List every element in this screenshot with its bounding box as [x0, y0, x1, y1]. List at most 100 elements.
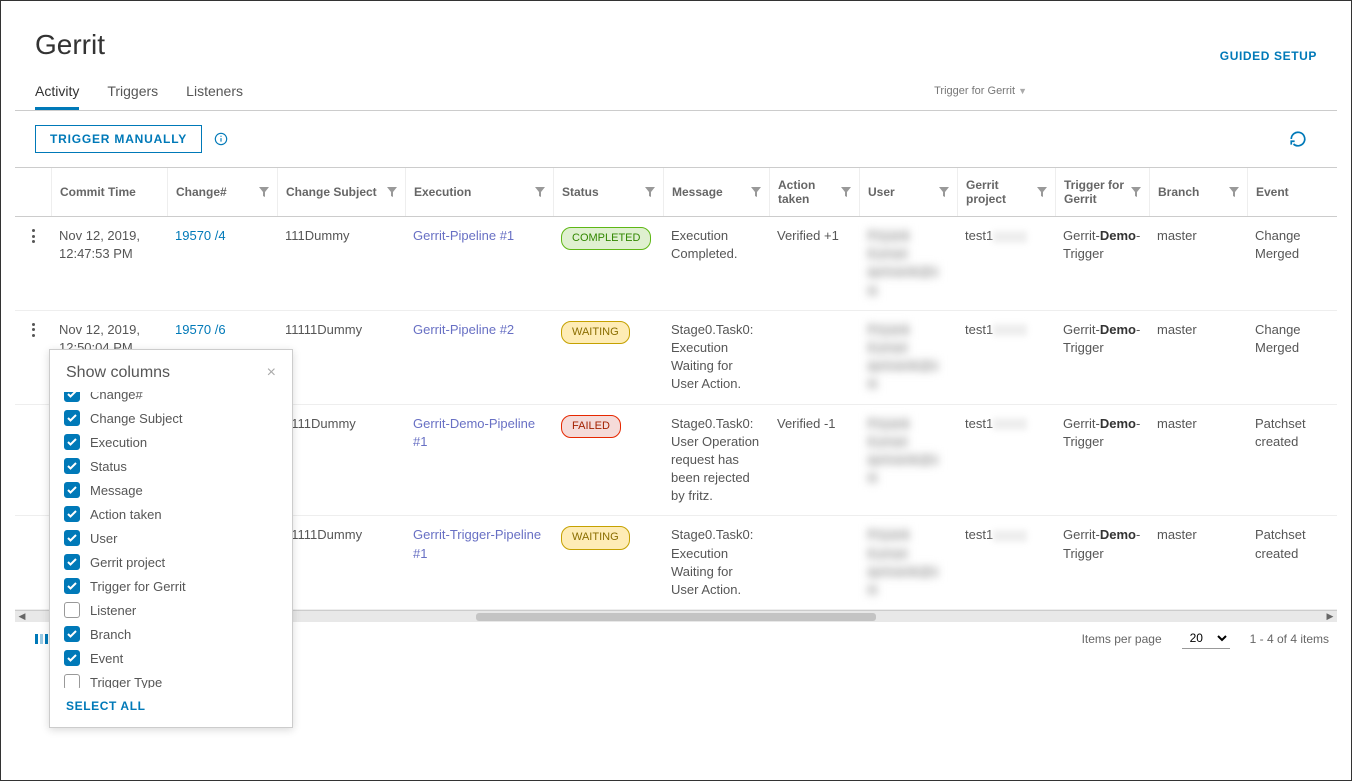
column-visibility-option[interactable]: Change Subject — [64, 406, 278, 430]
cell-subject: 1111Dummy — [277, 405, 405, 516]
option-label: Execution — [90, 435, 147, 450]
checkbox-icon[interactable] — [64, 392, 80, 402]
filter-icon[interactable] — [645, 187, 655, 197]
col-header-actions — [15, 168, 51, 216]
page-range: 1 - 4 of 4 items — [1250, 632, 1329, 646]
popover-body[interactable]: Change# Change Subject Execution Status Mess… — [50, 392, 292, 688]
option-label: Branch — [90, 627, 131, 642]
column-visibility-option[interactable]: Change# — [64, 392, 278, 406]
cell-trigger: Gerrit-Demo-Trigger — [1055, 405, 1149, 516]
table-row: Nov 12, 2019, 12:47:53 PM 19570 /4 111Du… — [15, 217, 1337, 311]
row-actions-icon[interactable] — [32, 229, 35, 243]
col-header-commit-time[interactable]: Commit Time — [51, 168, 167, 216]
col-header-message[interactable]: Message — [663, 168, 769, 216]
option-label: Action taken — [90, 507, 162, 522]
execution-link[interactable]: Gerrit-Demo-Pipeline #1 — [413, 416, 535, 449]
cell-project: test1 — [957, 311, 1055, 404]
checkbox-icon[interactable] — [64, 434, 80, 450]
popover-title: Show columns — [66, 364, 170, 382]
filter-icon[interactable] — [751, 187, 761, 197]
cell-event: Patchset created — [1247, 516, 1325, 609]
cell-message: Stage0.Task0: Execution Waiting for User… — [663, 516, 769, 609]
cell-event: Change Merged — [1247, 217, 1325, 310]
cell-trigger: Gerrit-Demo-Trigger — [1055, 217, 1149, 310]
column-visibility-option[interactable]: Execution — [64, 430, 278, 454]
filter-icon[interactable] — [535, 187, 545, 197]
cell-user-redacted: Priyank Kumari aprivanik@vm — [867, 416, 939, 486]
checkbox-icon[interactable] — [64, 674, 80, 688]
execution-link[interactable]: Gerrit-Trigger-Pipeline #1 — [413, 527, 541, 560]
column-visibility-option[interactable]: Trigger Type — [64, 670, 278, 688]
checkbox-icon[interactable] — [64, 530, 80, 546]
column-visibility-option[interactable]: Branch — [64, 622, 278, 646]
filter-icon[interactable] — [387, 187, 397, 197]
cell-trigger: Gerrit-Demo-Trigger — [1055, 516, 1149, 609]
column-visibility-option[interactable]: Status — [64, 454, 278, 478]
col-header-user[interactable]: User — [859, 168, 957, 216]
filter-icon[interactable] — [1131, 187, 1141, 197]
cell-commit-time: Nov 12, 2019, 12:47:53 PM — [51, 217, 167, 310]
checkbox-icon[interactable] — [64, 458, 80, 474]
refresh-icon[interactable] — [1289, 130, 1307, 148]
col-header-execution[interactable]: Execution — [405, 168, 553, 216]
change-link[interactable]: 19570 /4 — [175, 228, 226, 243]
column-visibility-option[interactable]: User — [64, 526, 278, 550]
filter-icon[interactable] — [1037, 187, 1047, 197]
cell-user-redacted: Priyank Kumari aprivanik@vm — [867, 322, 939, 392]
column-visibility-option[interactable]: Action taken — [64, 502, 278, 526]
info-icon[interactable] — [214, 132, 228, 146]
cell-subject: 11111Dummy — [277, 311, 405, 404]
col-header-gerrit-project[interactable]: Gerrit project — [957, 168, 1055, 216]
col-header-event[interactable]: Event — [1247, 168, 1325, 216]
cell-event: Change Merged — [1247, 311, 1325, 404]
change-link[interactable]: 19570 /6 — [175, 322, 226, 337]
filter-icon[interactable] — [939, 187, 949, 197]
scroll-thumb[interactable] — [476, 613, 876, 621]
scroll-left-arrow[interactable]: ◀ — [15, 611, 29, 623]
col-header-status[interactable]: Status — [553, 168, 663, 216]
option-label: Event — [90, 651, 123, 666]
items-per-page-select[interactable]: 20 — [1182, 628, 1230, 649]
col-header-action-taken[interactable]: Action taken — [769, 168, 859, 216]
column-visibility-option[interactable]: Trigger for Gerrit — [64, 574, 278, 598]
column-toggle-icon[interactable] — [35, 632, 49, 646]
tab-triggers[interactable]: Triggers — [107, 83, 158, 110]
execution-link[interactable]: Gerrit-Pipeline #2 — [413, 322, 514, 337]
guided-setup-link[interactable]: GUIDED SETUP — [1220, 49, 1317, 63]
cell-branch: master — [1149, 217, 1247, 310]
filter-icon[interactable] — [1229, 187, 1239, 197]
cell-branch: master — [1149, 516, 1247, 609]
cell-message: Execution Completed. — [663, 217, 769, 310]
cell-project: test1 — [957, 217, 1055, 310]
col-header-change[interactable]: Change# — [167, 168, 277, 216]
col-header-trigger-for-gerrit[interactable]: Trigger for Gerrit — [1055, 168, 1149, 216]
checkbox-icon[interactable] — [64, 554, 80, 570]
checkbox-icon[interactable] — [64, 650, 80, 666]
option-label: Status — [90, 459, 127, 474]
checkbox-icon[interactable] — [64, 506, 80, 522]
column-visibility-option[interactable]: Message — [64, 478, 278, 502]
col-header-branch[interactable]: Branch — [1149, 168, 1247, 216]
scroll-right-arrow[interactable]: ▶ — [1323, 611, 1337, 623]
column-visibility-option[interactable]: Event — [64, 646, 278, 670]
checkbox-icon[interactable] — [64, 410, 80, 426]
col-header-change-subject[interactable]: Change Subject — [277, 168, 405, 216]
execution-link[interactable]: Gerrit-Pipeline #1 — [413, 228, 514, 243]
checkbox-icon[interactable] — [64, 602, 80, 618]
row-actions-icon[interactable] — [32, 323, 35, 337]
checkbox-icon[interactable] — [64, 578, 80, 594]
filter-icon[interactable] — [841, 187, 851, 197]
column-visibility-option[interactable]: Gerrit project — [64, 550, 278, 574]
checkbox-icon[interactable] — [64, 626, 80, 642]
tab-activity[interactable]: Activity — [35, 83, 79, 110]
close-icon[interactable]: × — [267, 364, 276, 382]
select-all-link[interactable]: SELECT ALL — [66, 699, 146, 713]
checkbox-icon[interactable] — [64, 482, 80, 498]
option-label: Change Subject — [90, 411, 183, 426]
tab-listeners[interactable]: Listeners — [186, 83, 243, 110]
trigger-manually-button[interactable]: TRIGGER MANUALLY — [35, 125, 202, 153]
cell-user-redacted: Priyank Kumari aprivanik@vm — [867, 228, 939, 298]
column-visibility-option[interactable]: Listener — [64, 598, 278, 622]
filter-icon[interactable] — [259, 187, 269, 197]
cell-subject: 11111Dummy — [277, 516, 405, 609]
